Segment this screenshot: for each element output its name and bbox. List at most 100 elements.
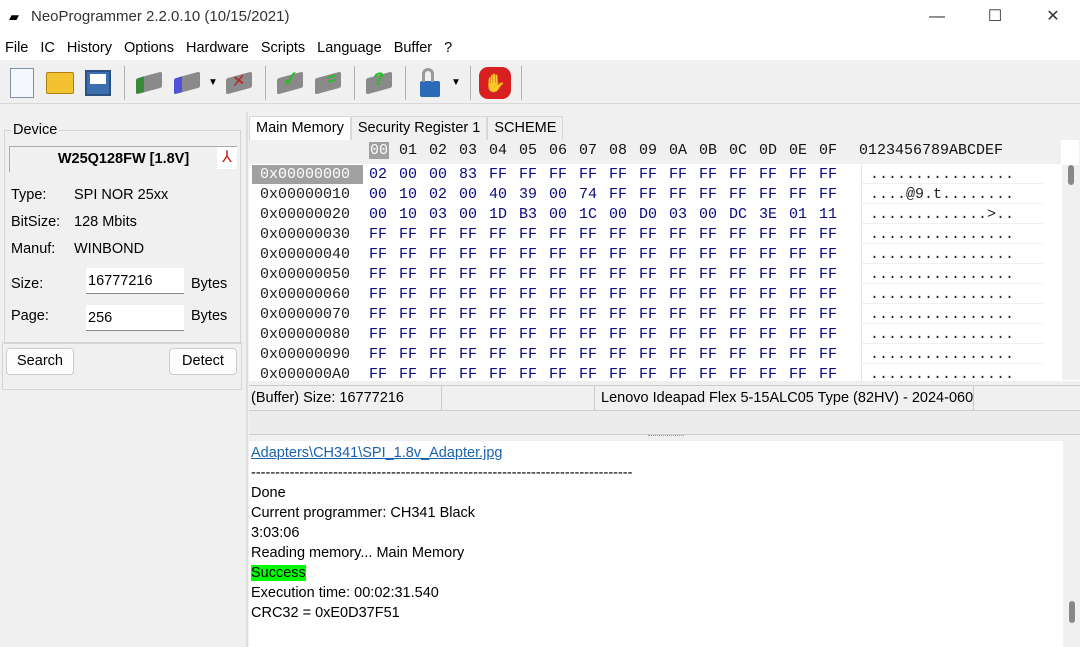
hex-byte[interactable]: FF [819,325,837,344]
hex-byte[interactable]: FF [519,285,537,304]
hex-byte[interactable]: 00 [369,205,387,224]
hex-byte[interactable]: FF [609,345,627,364]
hex-byte[interactable]: FF [759,165,777,184]
scroll-thumb[interactable] [1068,165,1074,185]
hex-byte[interactable]: 11 [819,205,837,224]
hex-byte[interactable]: FF [489,365,507,381]
hex-byte[interactable]: FF [789,225,807,244]
hex-scrollbar[interactable] [1062,165,1080,380]
hex-byte[interactable]: FF [729,305,747,324]
hex-byte[interactable]: FF [819,345,837,364]
hex-byte[interactable]: FF [789,365,807,381]
hex-byte[interactable]: FF [429,265,447,284]
hex-byte[interactable]: FF [579,165,597,184]
close-button[interactable]: ✕ [1024,0,1080,36]
hex-byte[interactable]: FF [519,165,537,184]
log-scrollbar[interactable] [1063,441,1080,647]
hex-byte[interactable]: FF [399,245,417,264]
menu-options[interactable]: Options [124,36,181,60]
hex-byte[interactable]: FF [609,365,627,381]
hex-byte[interactable]: FF [369,325,387,344]
hex-byte[interactable]: 00 [699,205,717,224]
hex-byte[interactable]: FF [369,345,387,364]
hex-byte[interactable]: FF [609,165,627,184]
hex-byte[interactable]: FF [729,365,747,381]
hex-byte[interactable]: FF [609,185,627,204]
hex-byte[interactable]: FF [699,265,717,284]
stop-icon[interactable]: ✋ [477,65,513,101]
hex-byte[interactable]: FF [639,345,657,364]
hex-byte[interactable]: FF [789,285,807,304]
hex-byte[interactable]: FF [429,345,447,364]
hex-byte[interactable]: 00 [429,165,447,184]
hex-byte[interactable]: FF [729,345,747,364]
hex-byte[interactable]: FF [579,285,597,304]
tab-main-memory[interactable]: Main Memory [249,116,351,140]
hex-byte[interactable]: FF [489,165,507,184]
hex-row[interactable]: 0x00000070 FF FF FF FF FF FF FF FF FF FF FF FF FF FF FF… [249,305,1061,325]
splitter-grip[interactable] [648,435,684,437]
hex-byte[interactable]: FF [459,345,477,364]
menu-buffer[interactable]: Buffer [394,36,439,60]
hex-byte[interactable]: FF [549,305,567,324]
hex-byte[interactable]: FF [759,365,777,381]
hex-byte[interactable]: 00 [369,185,387,204]
hex-byte[interactable]: 03 [429,205,447,224]
hex-byte[interactable]: FF [519,345,537,364]
hex-byte[interactable]: FF [579,245,597,264]
hex-byte[interactable]: FF [609,285,627,304]
lock-icon[interactable] [412,65,448,101]
hex-byte[interactable]: FF [699,305,717,324]
hex-row[interactable]: 0x00000090 FF FF FF FF FF FF FF FF FF FF FF FF FF FF FF… [249,345,1061,365]
hex-byte[interactable]: FF [459,285,477,304]
hex-byte[interactable]: FF [759,285,777,304]
hex-byte[interactable]: FF [669,165,687,184]
hex-byte[interactable]: FF [549,225,567,244]
hex-byte[interactable]: FF [399,285,417,304]
hex-byte[interactable]: 39 [519,185,537,204]
hex-byte[interactable]: FF [729,165,747,184]
menu-language[interactable]: Language [317,36,389,60]
hex-byte[interactable]: FF [729,285,747,304]
adapter-image-link[interactable]: Adapters\CH341\SPI_1.8v_Adapter.jpg [251,445,503,461]
write-chip-icon[interactable] [169,65,205,101]
hex-byte[interactable]: 00 [549,185,567,204]
write-dropdown-icon[interactable]: ▼ [207,65,219,101]
hex-byte[interactable]: FF [609,245,627,264]
hex-byte[interactable]: FF [459,225,477,244]
hex-byte[interactable]: FF [459,265,477,284]
hex-byte[interactable]: 10 [399,185,417,204]
hex-byte[interactable]: FF [819,165,837,184]
hex-byte[interactable]: FF [609,305,627,324]
read-chip-icon[interactable] [131,65,167,101]
hex-byte[interactable]: FF [699,285,717,304]
hex-byte[interactable]: FF [819,265,837,284]
hex-byte[interactable]: FF [819,285,837,304]
hex-byte[interactable]: FF [729,225,747,244]
page-input[interactable] [86,305,184,331]
hex-byte[interactable]: FF [759,185,777,204]
hex-byte[interactable]: FF [579,225,597,244]
new-file-icon[interactable] [4,65,40,101]
hex-byte[interactable]: FF [819,305,837,324]
hex-byte[interactable]: FF [459,305,477,324]
hex-byte[interactable]: FF [729,325,747,344]
hex-byte[interactable]: FF [639,185,657,204]
hex-row[interactable]: 0x00000010 00 10 02 00 40 39 00 74 FF FF FF FF FF FF FF… [249,185,1061,205]
detect-button[interactable]: Detect [169,348,237,375]
hex-byte[interactable]: FF [399,325,417,344]
hex-row[interactable]: 0x00000000 02 00 00 83 FF FF FF FF FF FF FF FF FF FF FF… [249,165,1061,185]
hex-byte[interactable]: FF [819,185,837,204]
hex-byte[interactable]: FF [579,325,597,344]
hex-byte[interactable]: FF [519,265,537,284]
hex-byte[interactable]: FF [669,365,687,381]
hex-byte[interactable]: FF [459,245,477,264]
hex-byte[interactable]: FF [519,325,537,344]
hex-byte[interactable]: FF [789,165,807,184]
hex-byte[interactable]: FF [609,265,627,284]
hex-byte[interactable]: FF [819,225,837,244]
hex-byte[interactable]: FF [759,245,777,264]
hex-byte[interactable]: FF [639,285,657,304]
hex-byte[interactable]: FF [759,305,777,324]
hex-byte[interactable]: B3 [519,205,537,224]
